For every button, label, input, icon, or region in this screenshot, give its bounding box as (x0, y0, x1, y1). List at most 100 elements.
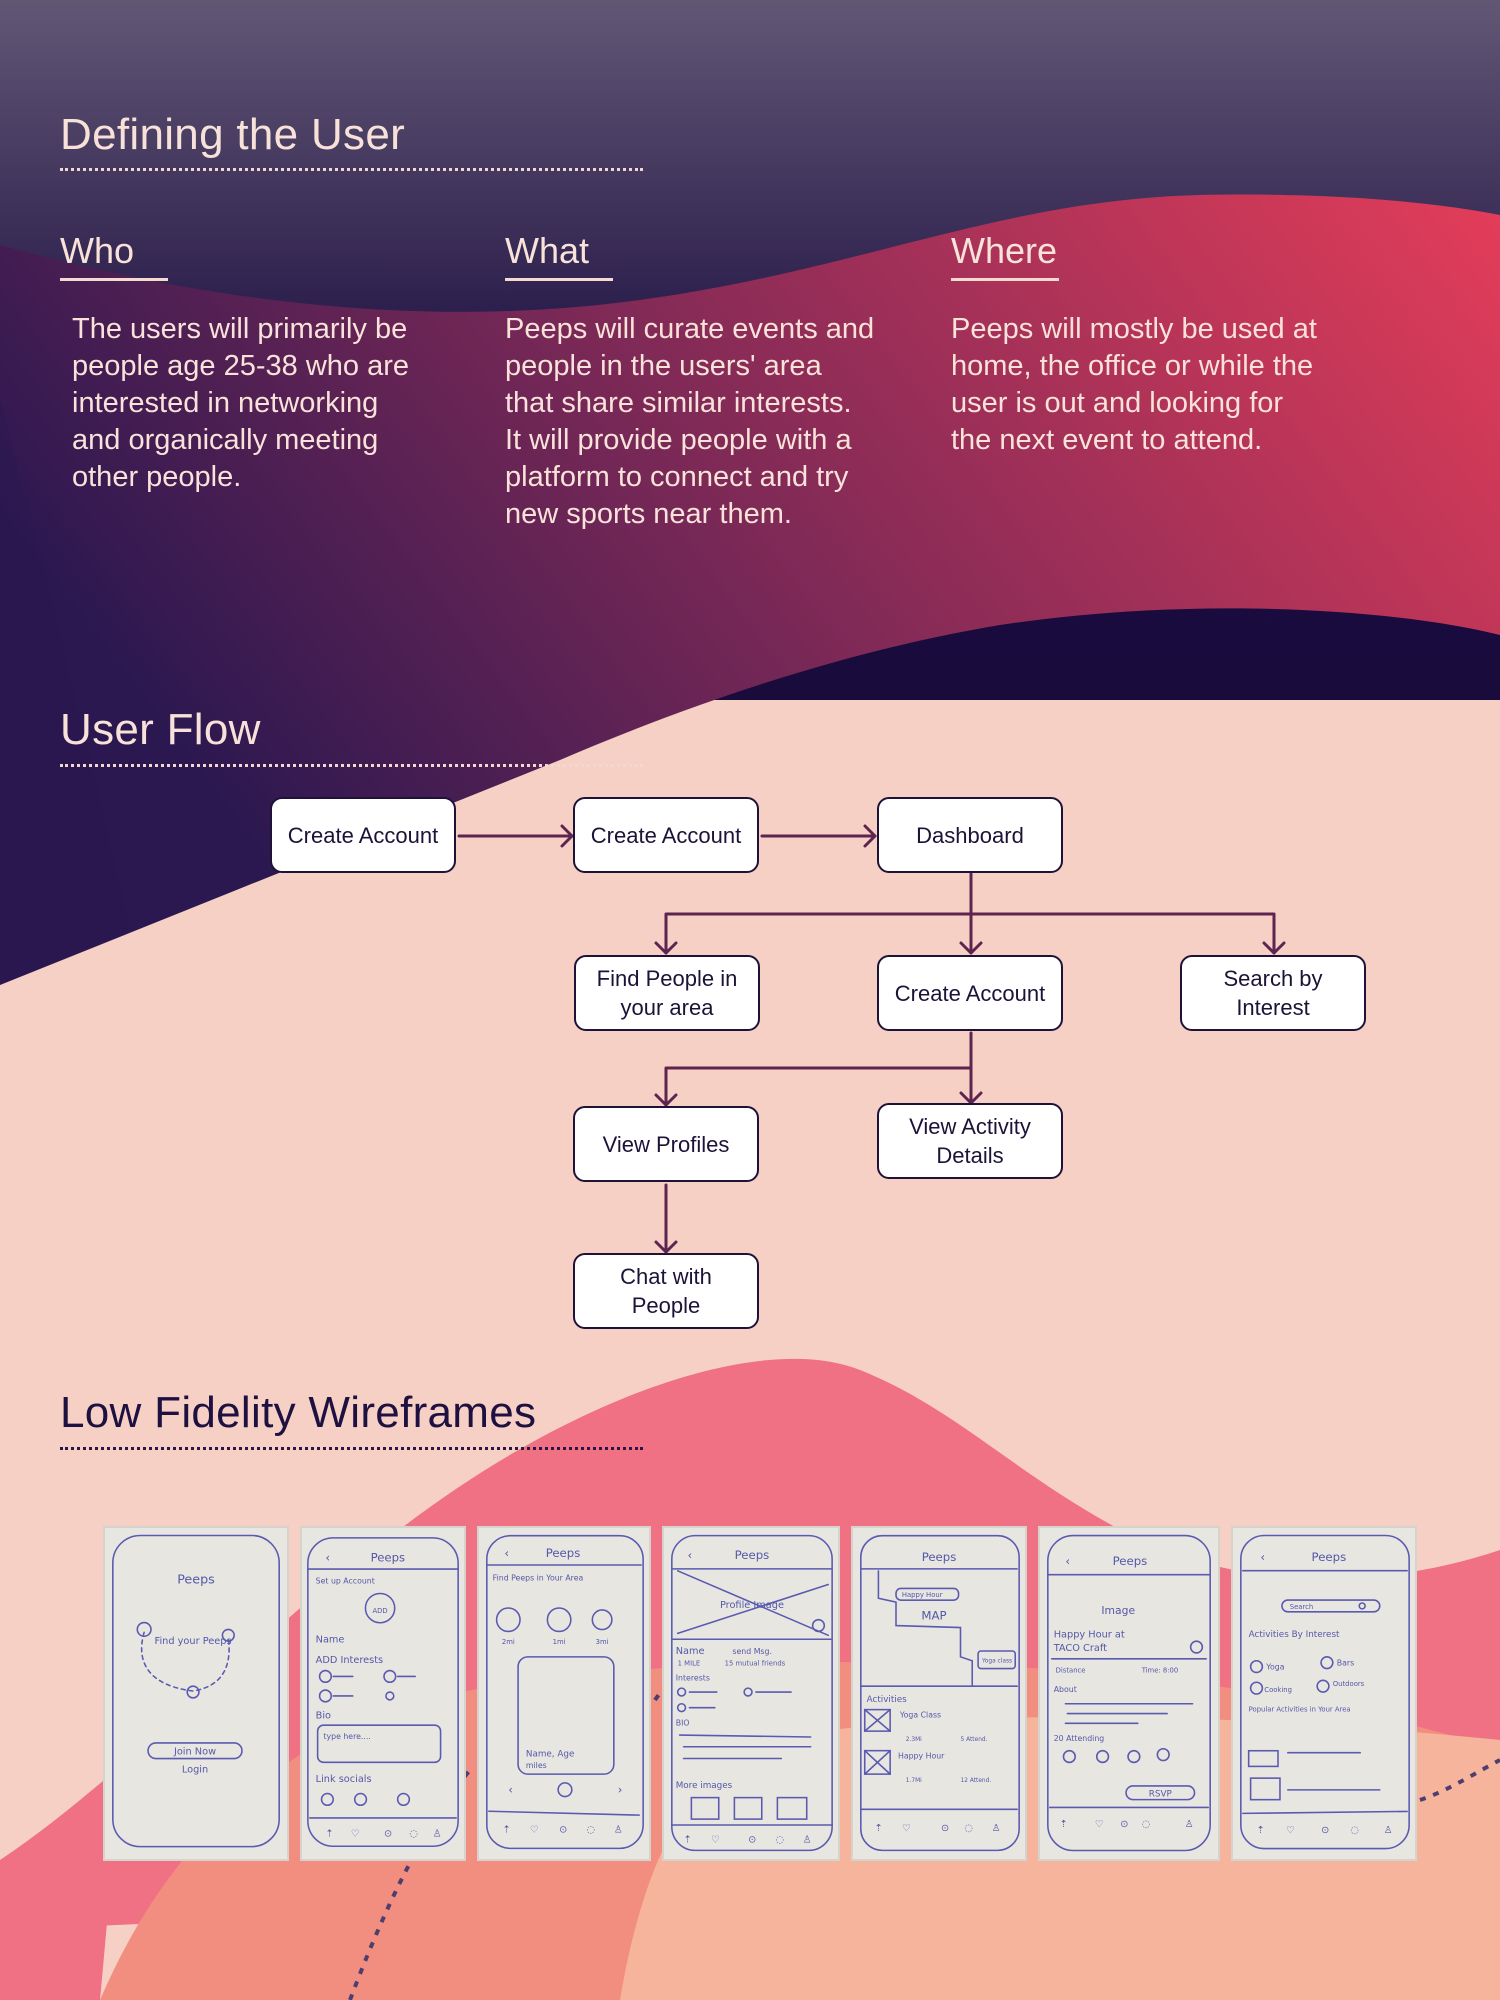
more-images-label: More images (676, 1781, 733, 1791)
home-icon: ⇡ (502, 1825, 510, 1836)
app-name: Peeps (371, 1550, 406, 1564)
heading-underline (505, 278, 613, 281)
home-icon: ⇡ (875, 1823, 883, 1834)
section-title-wireframes: Low Fidelity Wireframes (60, 1388, 537, 1437)
where-heading: Where (951, 230, 1058, 271)
event-title: Happy Hour at (1054, 1629, 1125, 1640)
interest-option: Outdoors (1333, 1680, 1365, 1688)
profile-icon: ♙ (803, 1835, 812, 1846)
like-icon (557, 1782, 573, 1798)
wireframe-setup-account[interactable]: ‹ Peeps Set up Account ADD Name ADD Inte… (300, 1526, 466, 1861)
wireframe-event-detail[interactable]: ‹ Peeps Image Happy Hour at TACO Craft D… (1038, 1526, 1220, 1861)
wireframe-search[interactable]: ‹ Peeps Search Activities By Interest Yo… (1231, 1526, 1417, 1861)
back-icon: ‹ (1260, 1550, 1265, 1564)
card-name: Name, Age (526, 1750, 574, 1760)
name-label: Name (676, 1646, 705, 1657)
distance-label: 3mi (596, 1638, 609, 1646)
chat-icon: ◌ (964, 1823, 973, 1834)
mutual-friends: 15 mutual friends (725, 1660, 786, 1668)
location-icon: ⊙ (1321, 1825, 1329, 1836)
activity-distance: 2.3Mi (906, 1737, 922, 1743)
where-column: Where Peeps will mostly be used at home,… (951, 230, 1351, 459)
wireframe-splash[interactable]: Peeps Find your Peeps Join Now Login (103, 1526, 289, 1861)
wireframe-find-peeps[interactable]: ‹ Peeps Find Peeps in Your Area 2mi 1mi … (477, 1526, 651, 1861)
who-column: Who The users will primarily be people a… (60, 230, 460, 496)
back-icon: ‹ (1065, 1554, 1070, 1568)
bio-label: Bio (316, 1710, 331, 1721)
title-divider (60, 168, 643, 171)
heart-icon: ♡ (1095, 1819, 1104, 1830)
wireframe-profile[interactable]: ‹ Peeps Profile Image Name send Msg. 1 M… (662, 1526, 840, 1861)
profile-image-placeholder: Profile Image (720, 1600, 784, 1611)
activities-label: Activities (867, 1695, 907, 1705)
heading-underline (951, 278, 1059, 281)
what-column: What Peeps will curate events and people… (505, 230, 905, 533)
heart-icon: ♡ (1286, 1825, 1295, 1836)
prev-icon: ‹ (508, 1783, 513, 1797)
profile-icon: ♙ (1185, 1819, 1194, 1830)
profile-icon: ♙ (433, 1828, 442, 1839)
wireframe-map[interactable]: Peeps Happy Hour MAP Yoga class Activiti… (851, 1526, 1027, 1861)
socials-label: Link socials (316, 1774, 372, 1785)
avatar-add-label: ADD (372, 1607, 387, 1615)
location-icon: ⊙ (1120, 1819, 1128, 1830)
map-pin-icon (186, 1685, 200, 1699)
flow-node-create-account-3[interactable]: Create Account (877, 955, 1063, 1031)
section-title-defining-user: Defining the User (60, 110, 406, 159)
interests-label: Interests (676, 1673, 710, 1682)
next-icon: › (618, 1783, 623, 1797)
heart-icon: ♡ (902, 1823, 911, 1834)
heading-underline (60, 278, 168, 281)
flow-node-dashboard[interactable]: Dashboard (877, 797, 1063, 873)
phone-outline (860, 1534, 1020, 1852)
search-placeholder: Search (1290, 1603, 1313, 1611)
twitter-icon (396, 1792, 411, 1807)
like-icon (811, 1618, 826, 1633)
flow-node-find-people[interactable]: Find People in your area (574, 955, 760, 1031)
image-thumb (776, 1796, 808, 1820)
title-divider (60, 764, 643, 767)
by-interest-label: Activities By Interest (1249, 1630, 1340, 1640)
home-icon: ⇡ (325, 1828, 333, 1839)
interests-label: ADD Interests (316, 1655, 383, 1666)
profile-icon: ♙ (1384, 1825, 1393, 1836)
facebook-icon (320, 1792, 335, 1807)
interest-option: Bars (1337, 1659, 1354, 1668)
pin-label: Yoga class (981, 1659, 1012, 1665)
app-name: Peeps (546, 1546, 581, 1560)
back-icon: ‹ (504, 1546, 509, 1560)
profile-icon: ♙ (614, 1825, 623, 1836)
about-label: About (1054, 1685, 1077, 1694)
section-title-user-flow: User Flow (60, 705, 261, 754)
back-icon: ‹ (687, 1548, 692, 1562)
instagram-icon (353, 1792, 368, 1807)
flow-node-chat-with-people[interactable]: Chat with People (573, 1253, 759, 1329)
what-heading: What (505, 230, 590, 271)
app-name: Peeps (1113, 1554, 1148, 1568)
screen-heading: Set up Account (316, 1577, 375, 1586)
location-icon: ⊙ (748, 1835, 756, 1846)
app-name: Peeps (922, 1550, 957, 1564)
image-thumb (733, 1796, 763, 1820)
search-icon (1358, 1602, 1366, 1610)
flow-node-view-activity-details[interactable]: View Activity Details (877, 1103, 1063, 1179)
join-now-label: Join Now (173, 1747, 216, 1758)
card-distance: miles (526, 1761, 547, 1770)
distance-label: 1mi (553, 1638, 566, 1646)
heart-icon: ♡ (711, 1835, 720, 1846)
event-venue: TACO Craft (1053, 1643, 1107, 1654)
bio-input (316, 1724, 442, 1764)
rsvp-label: RSVP (1149, 1790, 1172, 1800)
heart-icon: ♡ (351, 1828, 360, 1839)
title-divider (60, 1447, 643, 1450)
flow-node-create-account-2[interactable]: Create Account (573, 797, 759, 873)
tagline: Find your Peeps (155, 1636, 232, 1647)
name-label: Name (316, 1634, 345, 1645)
flow-node-create-account[interactable]: Create Account (270, 797, 456, 873)
login-label: Login (182, 1764, 208, 1775)
flow-node-search-by-interest[interactable]: Search by Interest (1180, 955, 1366, 1031)
distance-label: 1 MILE (678, 1660, 701, 1668)
chat-icon: ◌ (1142, 1819, 1151, 1830)
flow-node-view-profiles[interactable]: View Profiles (573, 1106, 759, 1182)
like-icon (1189, 1640, 1204, 1654)
